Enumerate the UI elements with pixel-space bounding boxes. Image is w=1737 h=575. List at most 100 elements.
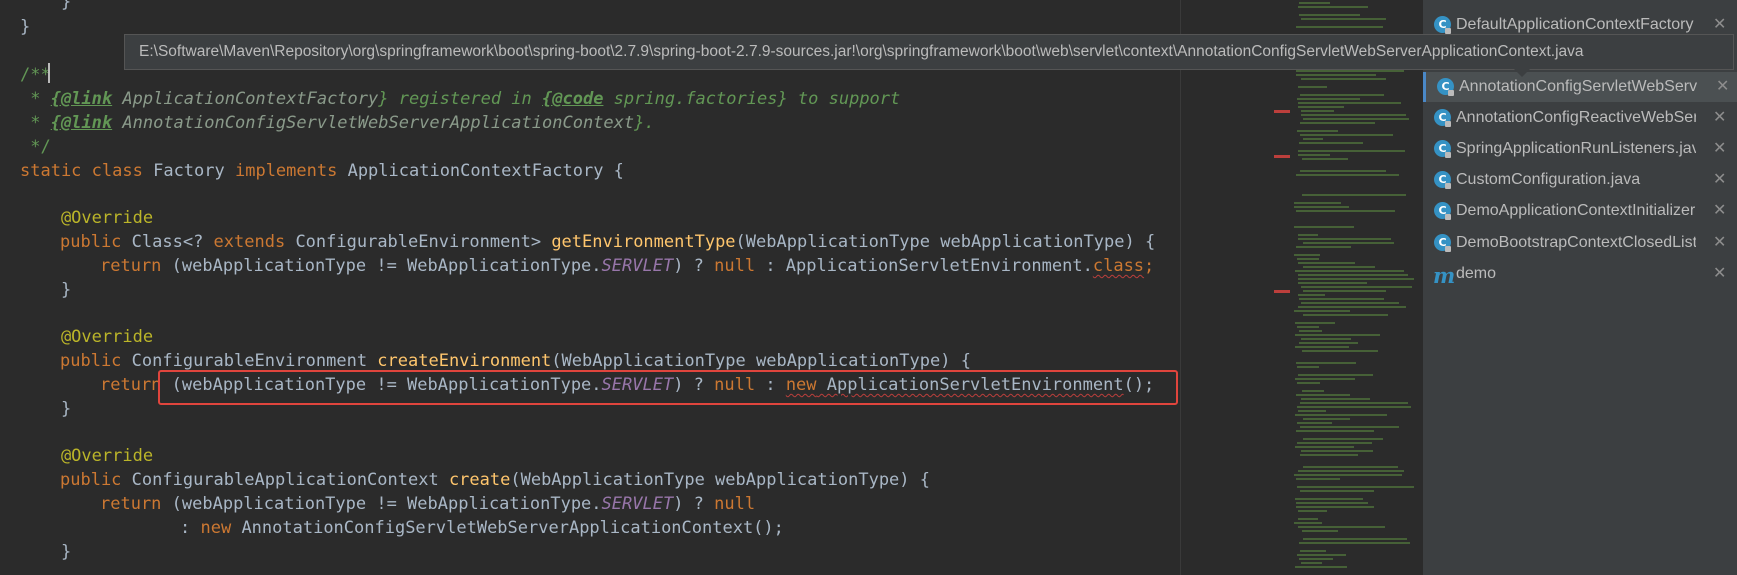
close-icon[interactable]: ✕ xyxy=(1713,103,1726,133)
minimap-line xyxy=(1298,86,1327,88)
minimap-line xyxy=(1298,278,1414,280)
minimap-line xyxy=(1297,486,1414,488)
minimap-line xyxy=(1302,530,1338,532)
text-caret xyxy=(48,63,50,83)
minimap-line xyxy=(1296,174,1399,176)
highlight-box xyxy=(158,370,1178,405)
minimap-line xyxy=(1301,338,1351,340)
tooltip-path-text: E:\Software\Maven\Repository\org\springf… xyxy=(139,43,1584,60)
minimap-line xyxy=(1299,330,1322,332)
recent-file-item[interactable]: C AnnotationConfigReactiveWebSer ✕ xyxy=(1423,103,1737,133)
error-marker[interactable] xyxy=(1274,290,1290,293)
lock-icon xyxy=(1445,152,1451,158)
code-line: } xyxy=(20,0,72,12)
code-editor[interactable]: } } /** * {@link ApplicationContextFacto… xyxy=(0,0,1180,575)
code-line: : new AnnotationConfigServletWebServerAp… xyxy=(180,518,784,538)
file-path-tooltip: E:\Software\Maven\Repository\org\springf… xyxy=(124,34,1734,70)
minimap-line xyxy=(1297,130,1338,132)
minimap-line xyxy=(1294,522,1322,524)
minimap-line xyxy=(1297,98,1360,100)
recent-file-item[interactable]: C SpringApplicationRunListeners.jav ✕ xyxy=(1423,134,1737,164)
minimap-line xyxy=(1294,254,1320,256)
code-line: return (webApplicationType != WebApplica… xyxy=(100,256,1155,276)
minimap-line xyxy=(1298,282,1367,284)
minimap-line xyxy=(1300,94,1384,96)
recent-file-item[interactable]: m demo ✕ xyxy=(1423,259,1737,289)
minimap-line xyxy=(1301,114,1406,116)
code-line: } xyxy=(20,17,31,37)
right-margin-guide xyxy=(1180,0,1181,575)
recent-file-item[interactable]: C DemoBootstrapContextClosedList ✕ xyxy=(1423,228,1737,258)
minimap-line xyxy=(1298,274,1408,276)
code-line: public Class<? extends ConfigurableEnvir… xyxy=(60,232,1156,252)
minimap-line xyxy=(1296,362,1356,364)
minimap-line xyxy=(1300,134,1393,136)
minimap-line xyxy=(1303,314,1388,316)
close-icon[interactable]: ✕ xyxy=(1713,259,1726,289)
minimap-line xyxy=(1298,154,1330,156)
recent-file-item[interactable]: C DemoApplicationContextInitializer ✕ xyxy=(1423,196,1737,226)
minimap-line xyxy=(1299,298,1384,300)
minimap-line xyxy=(1298,6,1368,8)
recent-file-label: demo xyxy=(1456,265,1497,282)
minimap-line xyxy=(1302,194,1406,196)
minimap-line xyxy=(1296,430,1374,432)
minimap-line xyxy=(1300,170,1386,172)
minimap-line xyxy=(1294,474,1402,476)
minimap-line xyxy=(1294,310,1350,312)
minimap-line xyxy=(1295,414,1387,416)
recent-file-item[interactable]: C AnnotationConfigServletWebServ ✕ xyxy=(1423,72,1737,102)
module-icon: m xyxy=(1433,263,1456,288)
minimap-line xyxy=(1303,466,1398,468)
recent-file-item[interactable]: C CustomConfiguration.java ✕ xyxy=(1423,165,1737,195)
minimap-line xyxy=(1297,554,1346,556)
lock-icon xyxy=(1445,246,1451,252)
minimap-line xyxy=(1295,334,1380,336)
code-line: @Override xyxy=(20,208,154,228)
close-icon[interactable]: ✕ xyxy=(1716,72,1729,102)
minimap-line xyxy=(1298,102,1401,104)
minimap-line xyxy=(1297,382,1320,384)
minimap-line xyxy=(1296,26,1383,28)
recent-file-label: DemoApplicationContextInitializer xyxy=(1456,202,1696,219)
code-line: public ConfigurableApplicationContext cr… xyxy=(60,470,930,490)
minimap-line xyxy=(1301,110,1334,112)
minimap-line xyxy=(1300,402,1408,404)
minimap-line xyxy=(1296,506,1374,508)
minimap-line xyxy=(1295,446,1354,448)
minimap-line xyxy=(1303,242,1394,244)
minimap-line xyxy=(1302,390,1324,392)
error-marker[interactable] xyxy=(1274,110,1290,113)
code-minimap[interactable] xyxy=(1274,0,1422,575)
lock-icon xyxy=(1445,214,1451,220)
code-line: */ xyxy=(20,137,51,157)
minimap-line xyxy=(1294,206,1349,208)
minimap-line xyxy=(1297,326,1319,328)
minimap-line xyxy=(1300,454,1358,456)
minimap-line xyxy=(1298,510,1327,512)
close-icon[interactable]: ✕ xyxy=(1713,165,1726,195)
minimap-line xyxy=(1295,378,1355,380)
minimap-line xyxy=(1299,142,1363,144)
minimap-line xyxy=(1301,398,1370,400)
code-line: * {@link ApplicationContextFactory} regi… xyxy=(20,89,901,109)
minimap-line xyxy=(1298,518,1318,520)
error-marker[interactable] xyxy=(1274,155,1290,158)
minimap-line xyxy=(1298,106,1344,108)
close-icon[interactable]: ✕ xyxy=(1713,196,1726,226)
close-icon[interactable]: ✕ xyxy=(1713,228,1726,258)
recent-file-label: DemoBootstrapContextClosedList xyxy=(1456,234,1696,251)
lock-icon xyxy=(1445,183,1451,189)
tooltip-arrow xyxy=(1514,69,1530,77)
code-line: } xyxy=(20,280,72,300)
minimap-line xyxy=(1299,2,1330,4)
lock-icon xyxy=(1445,121,1451,127)
recent-file-label: CustomConfiguration.java xyxy=(1456,171,1641,188)
minimap-line xyxy=(1298,238,1391,240)
minimap-line xyxy=(1296,74,1376,76)
minimap-line xyxy=(1295,346,1349,348)
code-line: return (webApplicationType != WebApplica… xyxy=(100,494,756,514)
close-icon[interactable]: ✕ xyxy=(1713,134,1726,164)
lock-icon xyxy=(1448,90,1454,96)
minimap-line xyxy=(1298,470,1404,472)
